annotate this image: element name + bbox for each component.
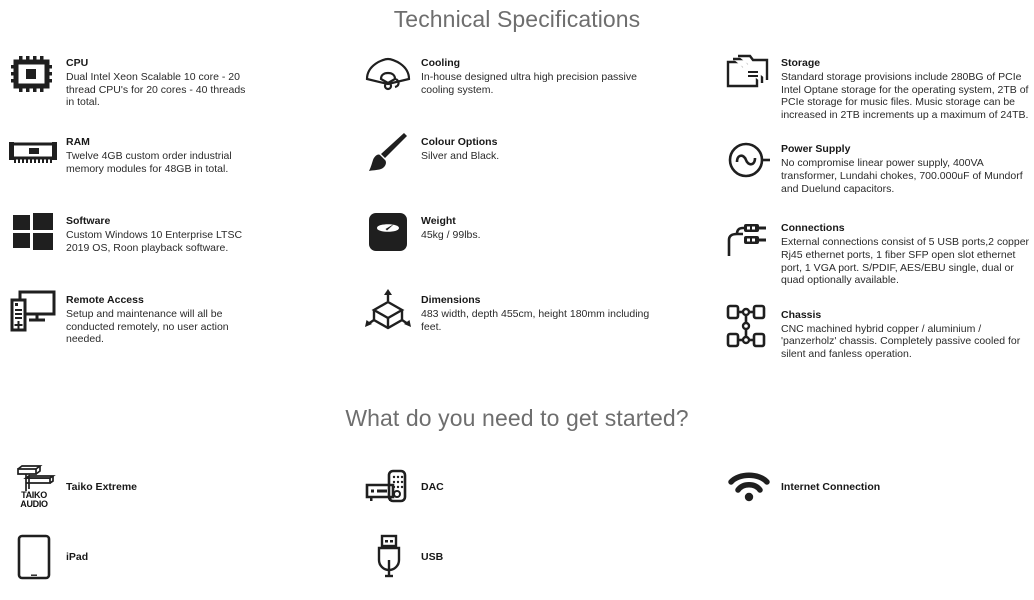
spec-title-colour-options: Colour Options — [421, 136, 498, 148]
spec-desc-weight: 45kg / 99lbs. — [421, 229, 481, 241]
taiko-audio-logo-icon: TAIKO AUDIO — [8, 461, 60, 513]
spec-title-remote-access: Remote Access — [66, 294, 144, 306]
requirement-label-taiko-extreme: Taiko Extreme — [66, 481, 138, 493]
spec-item-storage: Storage Standard storage provisions incl… — [715, 52, 1034, 121]
spec-text-software: Software Custom Windows 10 Enterprise LT… — [66, 210, 246, 254]
spec-text-colour-options: Colour Options Silver and Black. — [421, 131, 671, 163]
requirements-grid: TAIKO AUDIO Taiko Extreme iPad DAC USB I… — [0, 452, 1034, 592]
requirement-label-internet-connection: Internet Connection — [781, 481, 881, 493]
spec-title-storage: Storage — [781, 57, 821, 69]
specifications-grid: CPU Dual Intel Xeon Scalable 10 core - 2… — [0, 52, 1034, 383]
spec-text-ram: RAM Twelve 4GB custom order industrial m… — [66, 131, 246, 175]
spec-item-remote-access: Remote Access Setup and maintenance will… — [0, 289, 355, 351]
requirement-item-ipad: iPad — [0, 522, 355, 592]
spec-item-colour-options: Colour Options Silver and Black. — [355, 131, 715, 193]
spec-desc-dimensions: 483 width, depth 455cm, height 180mm inc… — [421, 308, 650, 333]
spec-item-weight: Weight 45kg / 99lbs. — [355, 210, 715, 272]
spec-item-dimensions: Dimensions 483 width, depth 455cm, heigh… — [355, 289, 715, 351]
specs-column-2: Cooling In-house designed ultra high pre… — [355, 52, 715, 383]
requirement-item-internet-connection: Internet Connection — [715, 452, 1034, 522]
requirements-column-3: Internet Connection — [715, 452, 1034, 592]
spec-title-software: Software — [66, 215, 111, 227]
spec-text-power-supply: Power Supply No compromise linear power … — [781, 138, 1031, 195]
spec-item-connections: Connections External connections consist… — [715, 217, 1034, 286]
spec-desc-remote-access: Setup and maintenance will all be conduc… — [66, 308, 229, 346]
spec-desc-connections: External connections consist of 5 USB po… — [781, 236, 1030, 287]
spec-desc-chassis: CNC machined hybrid copper / aluminium /… — [781, 322, 1021, 360]
spec-title-cooling: Cooling — [421, 57, 461, 69]
spec-text-weight: Weight 45kg / 99lbs. — [421, 210, 671, 242]
spec-desc-colour-options: Silver and Black. — [421, 150, 500, 162]
spec-title-chassis: Chassis — [781, 308, 822, 321]
page-title-technical-specifications: Technical Specifications — [393, 6, 641, 32]
windows-logo-icon — [8, 210, 58, 254]
cpu-chip-icon — [8, 52, 58, 96]
spec-item-cpu: CPU Dual Intel Xeon Scalable 10 core - 2… — [0, 52, 355, 114]
spec-text-chassis: Chassis CNC machined hybrid copper / alu… — [781, 304, 1031, 361]
folders-icon — [723, 52, 773, 96]
spec-title-cpu: CPU — [66, 57, 89, 69]
spec-title-weight: Weight — [421, 215, 456, 227]
specs-column-1: CPU Dual Intel Xeon Scalable 10 core - 2… — [0, 52, 355, 383]
spec-item-software: Software Custom Windows 10 Enterprise LT… — [0, 210, 355, 272]
spec-item-power-supply: Power Supply No compromise linear power … — [715, 138, 1034, 200]
spec-item-cooling: Cooling In-house designed ultra high pre… — [355, 52, 715, 114]
ipad-tablet-icon — [8, 531, 60, 583]
requirements-column-1: TAIKO AUDIO Taiko Extreme iPad — [0, 452, 355, 592]
dac-device-icon — [363, 461, 415, 513]
spec-desc-power-supply: No compromise linear power supply, 400VA… — [781, 157, 1023, 195]
spec-text-remote-access: Remote Access Setup and maintenance will… — [66, 289, 246, 346]
remote-desktop-icon — [8, 289, 58, 333]
ac-power-icon — [723, 138, 773, 182]
spec-title-connections: Connections — [781, 222, 845, 235]
cube-dimensions-icon — [363, 289, 413, 333]
spec-item-chassis: Chassis CNC machined hybrid copper / alu… — [715, 304, 1034, 366]
requirements-column-2: DAC USB — [355, 452, 715, 592]
paintbrush-icon — [363, 131, 413, 175]
spec-title-ram: RAM — [66, 136, 90, 148]
spec-desc-software: Custom Windows 10 Enterprise LTSC 2019 O… — [66, 229, 243, 254]
requirement-label-ipad: iPad — [66, 551, 89, 563]
spec-desc-cpu: Dual Intel Xeon Scalable 10 core - 20 th… — [66, 71, 246, 109]
fan-icon — [363, 52, 413, 96]
spec-desc-storage: Standard storage provisions include 280B… — [781, 71, 1029, 121]
requirement-item-dac: DAC — [355, 452, 715, 522]
taiko-logo-line-2: AUDIO — [20, 499, 48, 509]
spec-text-cooling: Cooling In-house designed ultra high pre… — [421, 52, 671, 96]
page-title-get-started: What do you need to get started? — [345, 405, 689, 431]
chassis-frame-icon — [723, 304, 773, 348]
usb-connector-icon — [363, 531, 415, 583]
spec-title-power-supply: Power Supply — [781, 143, 851, 156]
ram-module-icon — [8, 131, 58, 175]
requirement-item-taiko-extreme: TAIKO AUDIO Taiko Extreme — [0, 452, 355, 522]
specs-column-3: Storage Standard storage provisions incl… — [715, 52, 1034, 383]
wifi-icon — [723, 461, 775, 513]
spec-text-cpu: CPU Dual Intel Xeon Scalable 10 core - 2… — [66, 52, 246, 109]
spec-desc-ram: Twelve 4GB custom order industrial memor… — [66, 150, 232, 175]
requirement-label-dac: DAC — [421, 481, 444, 493]
spec-text-dimensions: Dimensions 483 width, depth 455cm, heigh… — [421, 289, 671, 333]
requirement-item-usb: USB — [355, 522, 715, 592]
spec-title-dimensions: Dimensions — [421, 294, 481, 306]
spec-item-ram: RAM Twelve 4GB custom order industrial m… — [0, 131, 355, 193]
spec-desc-cooling: In-house designed ultra high precision p… — [421, 71, 637, 96]
spec-text-storage: Storage Standard storage provisions incl… — [781, 52, 1031, 121]
spec-text-connections: Connections External connections consist… — [781, 217, 1031, 286]
requirement-label-usb: USB — [421, 551, 444, 563]
weight-scale-icon — [363, 210, 413, 254]
rca-cables-icon — [723, 217, 773, 261]
